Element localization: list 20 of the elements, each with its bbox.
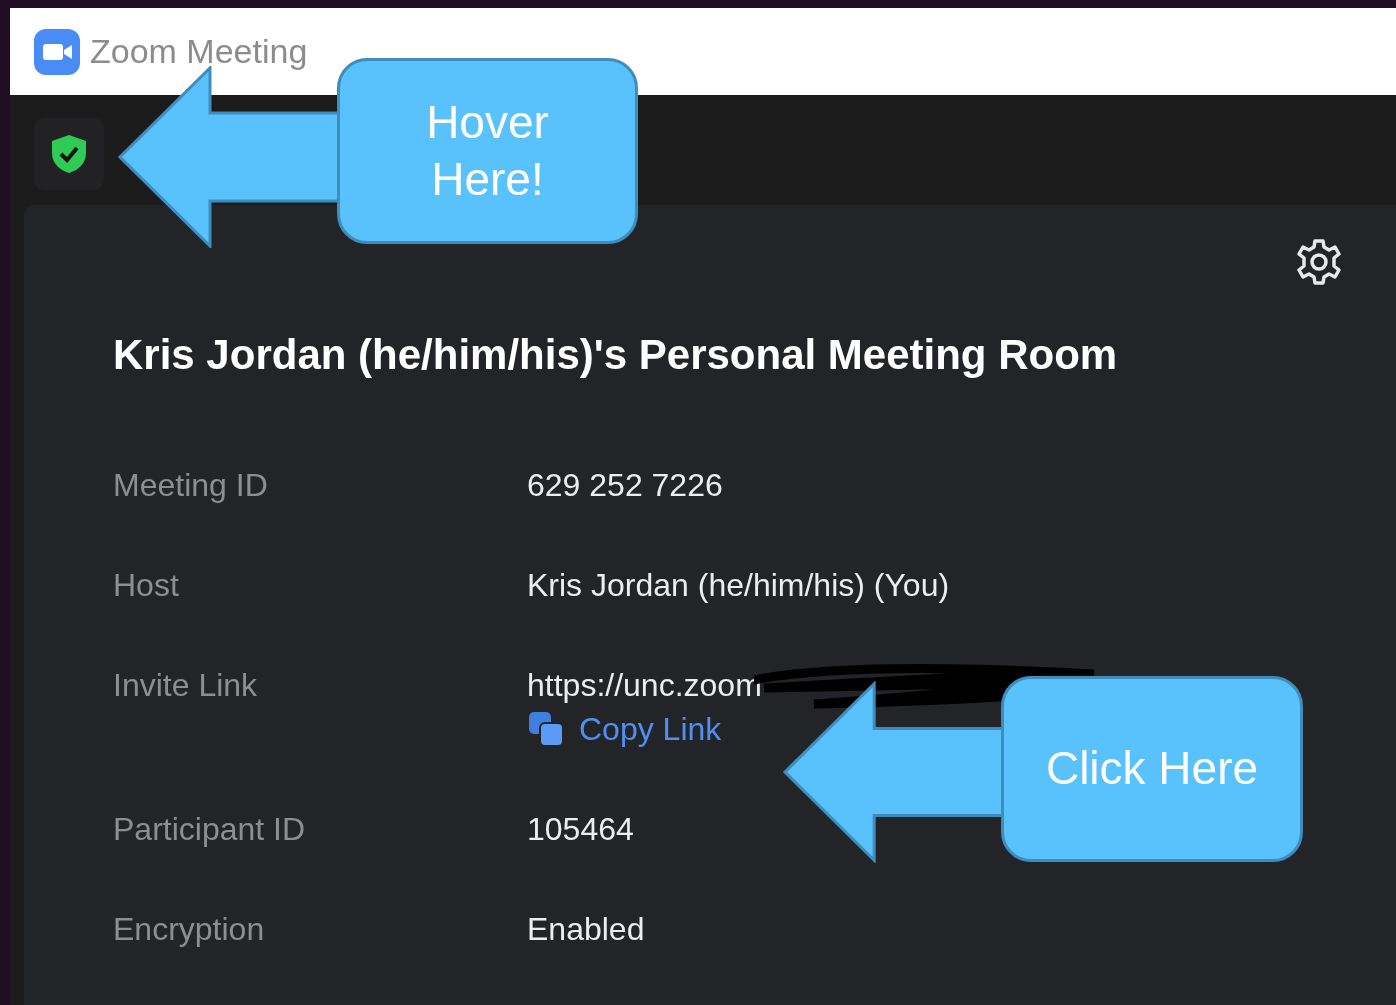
window-title: Zoom Meeting bbox=[90, 32, 308, 71]
callout-annotation: Click Here bbox=[1001, 676, 1303, 862]
field-label: Participant ID bbox=[113, 810, 307, 848]
shield-check-icon bbox=[49, 133, 89, 175]
field-label: Host bbox=[113, 566, 180, 604]
field-value: Enabled bbox=[527, 910, 646, 948]
settings-icon[interactable] bbox=[1294, 237, 1344, 287]
field-label: Invite Link bbox=[113, 666, 259, 704]
field-value: Kris Jordan (he/him/his) (You) bbox=[527, 566, 951, 604]
copy-icon bbox=[527, 710, 565, 748]
copy-link-button[interactable]: Copy Link bbox=[527, 710, 722, 748]
callout-annotation: Hover Here! bbox=[337, 58, 638, 244]
field-value: 629 252 7226 bbox=[527, 466, 724, 504]
security-button[interactable] bbox=[34, 118, 104, 190]
invite-link[interactable]: https://unc.zoom bbox=[527, 666, 762, 704]
video-camera-icon bbox=[34, 28, 80, 75]
field-value: 105464 bbox=[527, 810, 635, 848]
room-title: Kris Jordan (he/him/his)'s Personal Meeting Room bbox=[113, 331, 1119, 379]
field-label: Encryption bbox=[113, 910, 266, 948]
field-label: Meeting ID bbox=[113, 466, 269, 504]
